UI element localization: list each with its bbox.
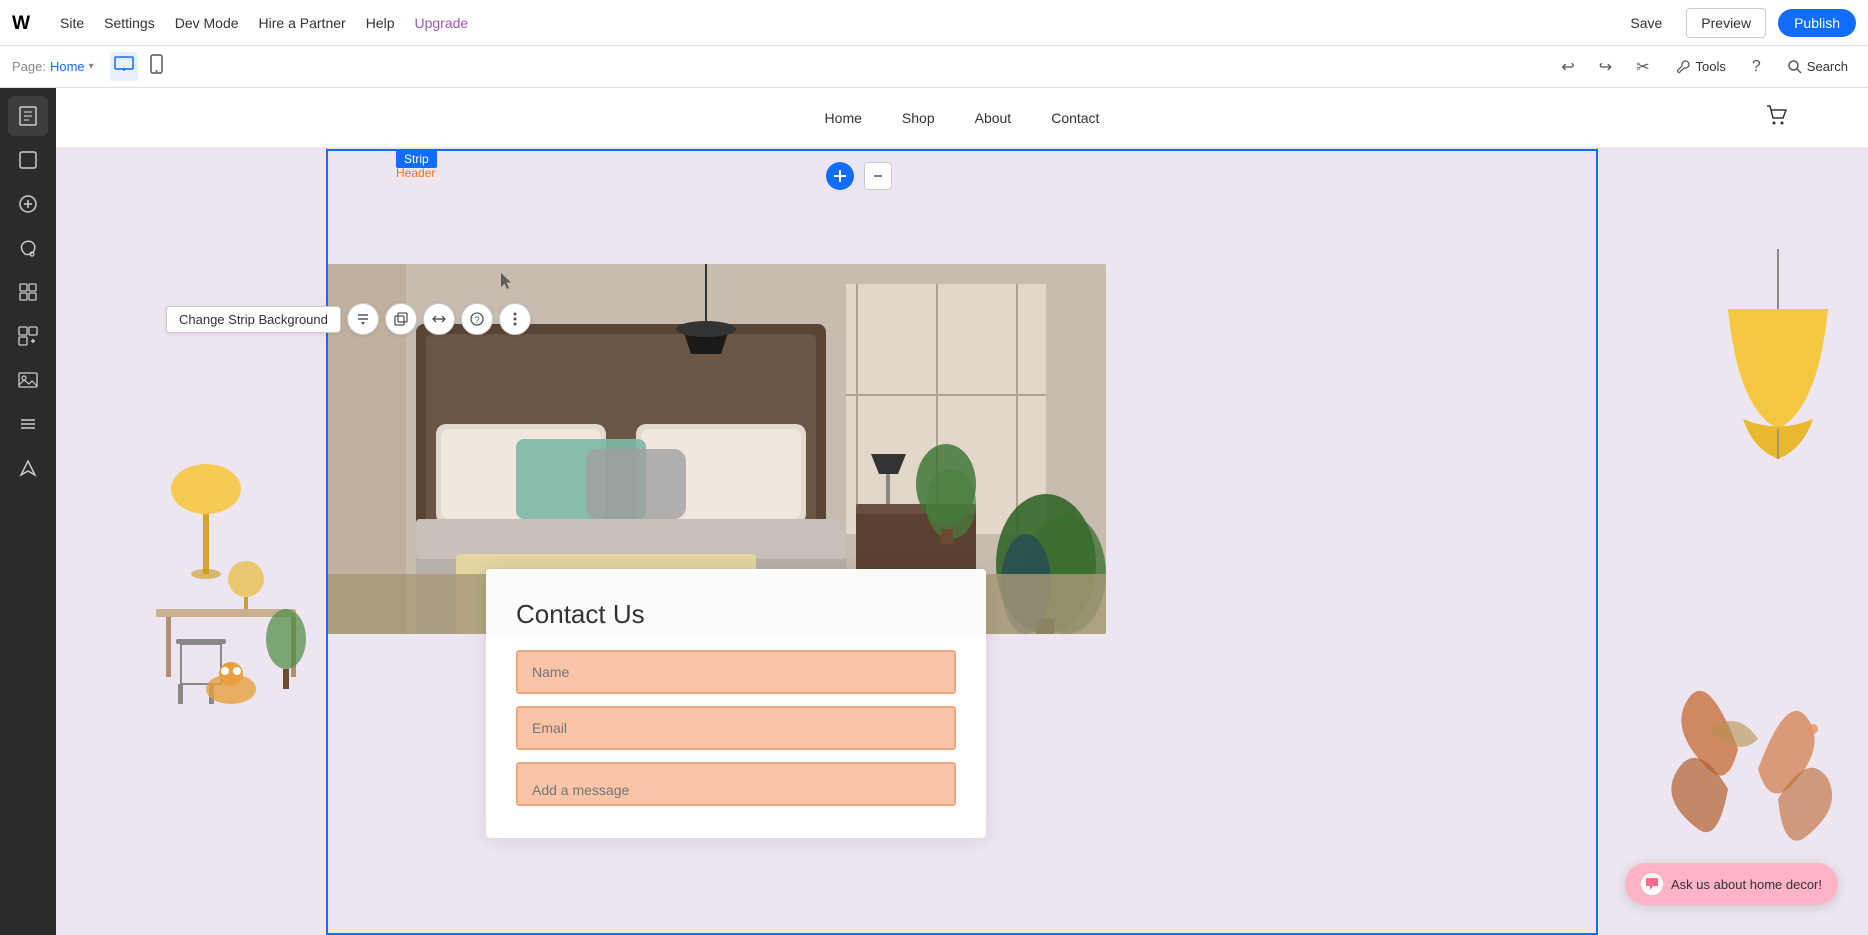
sidebar-icon-apps[interactable] [8,272,48,312]
site-navigation: Home Shop About Contact [825,110,1100,126]
left-decoration [116,289,316,709]
add-section-button[interactable] [826,162,854,190]
sidebar-icon-pages[interactable] [8,96,48,136]
nav-site[interactable]: Site [60,15,84,31]
nav-contact-link[interactable]: Contact [1051,110,1099,126]
email-input[interactable] [516,706,956,750]
help-button[interactable]: ? [1746,54,1767,80]
sec-bar-right: ↩ ↪ ✂ Tools ? Search [1555,53,1856,81]
desktop-view-button[interactable] [110,52,138,81]
sidebar-icon-media[interactable] [8,360,48,400]
mobile-view-button[interactable] [146,50,167,83]
header-label: Header [396,166,435,180]
publish-button[interactable]: Publish [1778,9,1856,37]
contact-form-title: Contact Us [516,599,956,630]
top-bar: W Site Settings Dev Mode Hire a Partner … [0,0,1868,46]
device-switcher [110,50,167,83]
main-layout: Home Shop About Contact Strip Header [0,88,1868,935]
top-bar-right: Save Preview Publish [1618,8,1856,38]
chat-label: Ask us about home decor! [1671,877,1822,892]
sidebar-icon-design[interactable] [8,140,48,180]
sidebar-icon-menu[interactable] [8,404,48,444]
save-button[interactable]: Save [1618,9,1674,37]
cart-icon[interactable] [1766,104,1788,131]
change-bg-button[interactable]: Change Strip Background [166,306,341,333]
copy-button[interactable] [385,303,417,335]
nav-hire-partner[interactable]: Hire a Partner [259,15,346,31]
chat-icon [1641,873,1663,895]
search-label: Search [1807,59,1848,74]
contact-form: Contact Us [486,569,986,838]
top-bar-nav: Site Settings Dev Mode Hire a Partner He… [60,15,468,31]
left-sidebar [0,88,56,935]
tools-label: Tools [1696,59,1726,74]
sidebar-icon-paint[interactable] [8,228,48,268]
strip-background[interactable]: Contact Us [56,149,1868,935]
preview-button[interactable]: Preview [1686,8,1766,38]
context-toolbar: Change Strip Background ? [166,303,531,335]
canvas-area[interactable]: Home Shop About Contact Strip Header [56,88,1868,935]
nav-help[interactable]: Help [366,15,395,31]
nav-dev-mode[interactable]: Dev Mode [175,15,239,31]
secondary-bar: Page: Home ▾ ↩ ↪ ✂ Tools ? Search [0,46,1868,88]
current-page-name: Home [50,59,85,74]
svg-text:?: ? [474,315,479,325]
swap-button[interactable] [423,303,455,335]
sidebar-icon-addapps[interactable] [8,316,48,356]
nav-about-link[interactable]: About [975,110,1012,126]
zoom-button[interactable]: ✂ [1630,53,1655,81]
name-input[interactable] [516,650,956,694]
svg-text:W: W [12,13,31,33]
redo-button[interactable]: ↪ [1593,53,1618,81]
sidebar-icon-ascend[interactable] [8,448,48,488]
page-prefix-label: Page: [12,59,46,74]
collapse-section-button[interactable] [864,162,892,190]
more-button[interactable] [499,303,531,335]
wix-logo: W [12,12,44,34]
message-input[interactable] [516,762,956,806]
nav-shop-link[interactable]: Shop [902,110,935,126]
arrange-button[interactable] [347,303,379,335]
right-decoration [1628,249,1848,935]
page-selector-chevron: ▾ [89,61,94,72]
undo-button[interactable]: ↩ [1555,53,1580,81]
page-selector[interactable]: Page: Home ▾ [12,59,94,74]
search-button[interactable]: Search [1779,55,1856,79]
tools-button[interactable]: Tools [1668,55,1734,79]
help-btn[interactable]: ? [461,303,493,335]
nav-upgrade[interactable]: Upgrade [414,15,468,31]
site-header: Home Shop About Contact [56,88,1868,148]
nav-settings[interactable]: Settings [104,15,155,31]
nav-home-link[interactable]: Home [825,110,862,126]
sidebar-icon-add[interactable] [8,184,48,224]
chat-widget[interactable]: Ask us about home decor! [1625,863,1838,905]
